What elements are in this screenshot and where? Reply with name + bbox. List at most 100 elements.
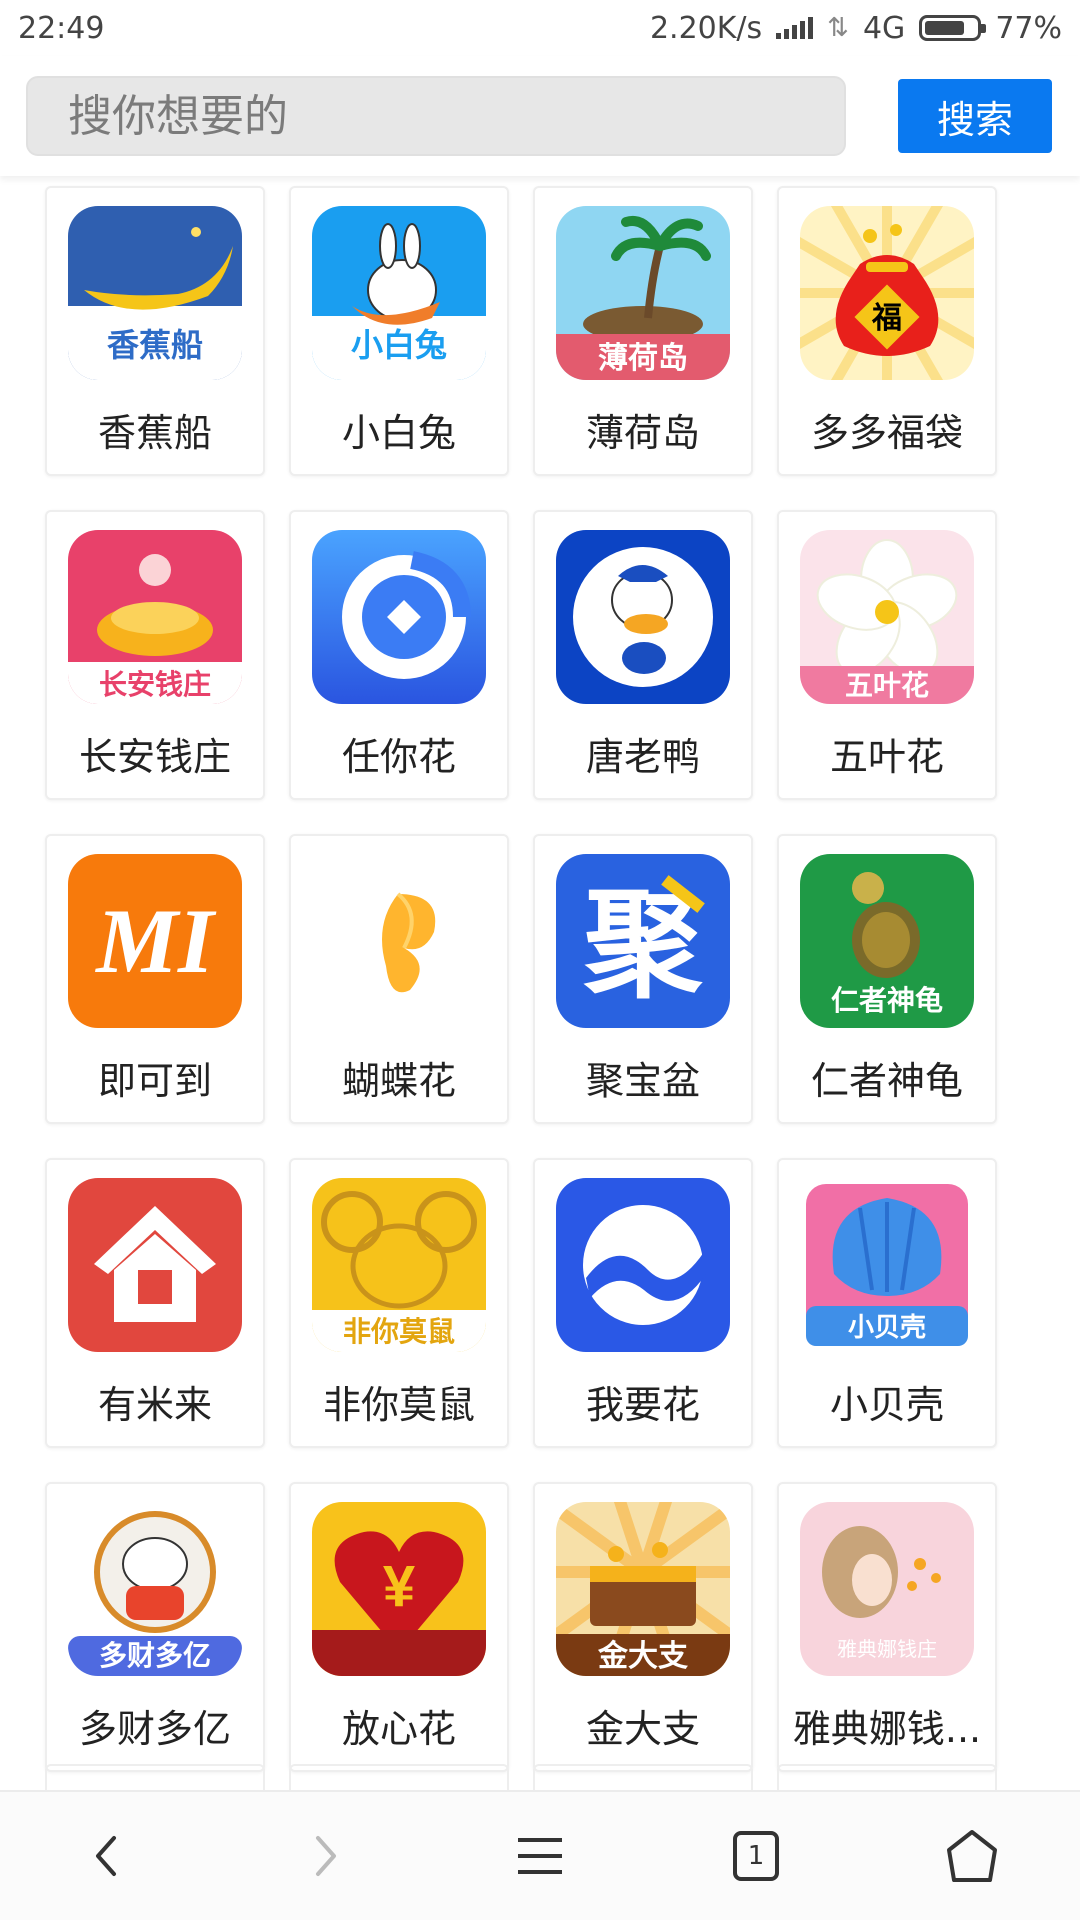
app-card[interactable]: 仁者神龟 仁者神龟 — [777, 834, 997, 1124]
app-label: 聚宝盆 — [585, 1059, 700, 1103]
svg-text:多财多亿: 多财多亿 — [99, 1640, 211, 1671]
app-card-partial[interactable] — [45, 1764, 265, 1790]
app-label: 有米来 — [97, 1383, 212, 1427]
athena-icon: 雅典娜钱庄 — [800, 1502, 974, 1676]
app-card[interactable]: 多财多亿 多财多亿 — [45, 1482, 265, 1772]
svg-text:香蕉船: 香蕉船 — [107, 327, 203, 363]
app-card-partial[interactable] — [533, 1764, 753, 1790]
app-label: 薄荷岛 — [585, 411, 700, 455]
app-card[interactable]: 薄荷岛 薄荷岛 — [533, 186, 753, 476]
battery-icon — [919, 15, 987, 41]
app-label: 五叶花 — [829, 735, 944, 779]
svg-text:小贝壳: 小贝壳 — [848, 1312, 926, 1342]
svg-text:长安钱庄: 长安钱庄 — [99, 668, 211, 700]
house-icon — [68, 1178, 242, 1352]
white-rabbit-icon: 小白兔 — [312, 206, 486, 380]
app-card[interactable]: ¥ 放心花 — [289, 1482, 509, 1772]
menu-icon — [518, 1838, 562, 1874]
app-card[interactable]: 有米来 — [45, 1158, 265, 1448]
status-bar: 22:49 2.20K/s ⇅ 4G 77% — [0, 0, 1080, 56]
partial-app-row — [45, 1764, 1005, 1790]
app-label: 放心花 — [341, 1707, 456, 1751]
shell-icon: 小贝壳 — [800, 1178, 974, 1352]
network-type: 4G — [862, 10, 906, 46]
home-button[interactable] — [912, 1806, 1032, 1906]
app-label: 蝴蝶花 — [341, 1059, 456, 1103]
svg-text:金大支: 金大支 — [597, 1639, 688, 1673]
svg-text:MI: MI — [94, 890, 217, 992]
app-label: 香蕉船 — [97, 411, 212, 455]
home-icon — [947, 1830, 997, 1882]
app-label: 任你花 — [341, 735, 456, 779]
app-card[interactable]: 小贝壳 小贝壳 — [777, 1158, 997, 1448]
app-card[interactable]: MI 即可到 — [45, 834, 265, 1124]
app-card[interactable]: 非你莫鼠 非你莫鼠 — [289, 1158, 509, 1448]
app-label: 金大支 — [585, 1707, 700, 1751]
turtle-icon: 仁者神龟 — [800, 854, 974, 1028]
app-label: 非你莫鼠 — [322, 1383, 475, 1427]
status-indicators: 2.20K/s ⇅ 4G 77% — [650, 11, 1062, 46]
tabs-button[interactable]: 1 — [696, 1806, 816, 1906]
svg-text:非你莫鼠: 非你莫鼠 — [343, 1316, 455, 1347]
app-card[interactable]: 聚聚宝盆 — [533, 834, 753, 1124]
search-button[interactable]: 搜索 — [898, 79, 1052, 153]
heart-yuan-icon: ¥ — [312, 1502, 486, 1676]
app-label: 我要花 — [585, 1383, 700, 1427]
svg-text:仁者神龟: 仁者神龟 — [831, 985, 943, 1016]
status-time: 22:49 — [18, 10, 105, 46]
app-label: 小白兔 — [341, 411, 456, 455]
app-card[interactable]: 五叶花 五叶花 — [777, 510, 997, 800]
app-grid: 香蕉船 香蕉船 小白兔 小白兔 薄荷岛 薄荷岛福多多福袋 长安钱庄 长安钱庄 任你花 唐老鸭 五叶花… — [45, 186, 1005, 1772]
app-card-partial[interactable] — [777, 1764, 997, 1790]
mouse-icon: 非你莫鼠 — [312, 1178, 486, 1352]
data-transfer-icon: ⇅ — [827, 13, 849, 43]
svg-text:雅典娜钱庄: 雅典娜钱庄 — [837, 1638, 937, 1661]
search-input[interactable] — [26, 76, 846, 156]
svg-text:福: 福 — [871, 302, 902, 335]
browser-bottom-nav: 1 — [0, 1790, 1080, 1920]
app-card[interactable]: 小白兔 小白兔 — [289, 186, 509, 476]
donald-duck-icon — [556, 530, 730, 704]
treasure-chest-icon: 金大支 — [556, 1502, 730, 1676]
lucky-bag-icon: 福 — [800, 206, 974, 380]
app-card[interactable]: 金大支 金大支 — [533, 1482, 753, 1772]
app-label: 小贝壳 — [829, 1383, 944, 1427]
svg-text:薄荷岛: 薄荷岛 — [598, 342, 688, 375]
lucky-cat-icon: 多财多亿 — [68, 1502, 242, 1676]
app-card[interactable]: 长安钱庄 长安钱庄 — [45, 510, 265, 800]
network-speed: 2.20K/s — [649, 10, 763, 46]
app-card[interactable]: 福多多福袋 — [777, 186, 997, 476]
changan-bank-icon: 长安钱庄 — [68, 530, 242, 704]
butterfly-flower-icon — [312, 854, 486, 1028]
forward-button[interactable] — [264, 1806, 384, 1906]
mint-island-icon: 薄荷岛 — [556, 206, 730, 380]
chevron-left-icon — [96, 1836, 116, 1876]
battery-percent: 77% — [995, 10, 1062, 46]
jikedao-icon: MI — [68, 854, 242, 1028]
signal-icon — [776, 17, 814, 39]
app-card[interactable]: 任你花 — [289, 510, 509, 800]
svg-text:¥: ¥ — [383, 1554, 415, 1619]
app-label: 雅典娜钱... — [792, 1707, 982, 1751]
svg-text:五叶花: 五叶花 — [845, 670, 929, 701]
back-button[interactable] — [48, 1806, 168, 1906]
app-card[interactable]: 唐老鸭 — [533, 510, 753, 800]
five-leaf-flower-icon: 五叶花 — [800, 530, 974, 704]
app-label: 长安钱庄 — [78, 735, 231, 779]
tab-count: 1 — [747, 1841, 765, 1871]
app-card[interactable]: 蝴蝶花 — [289, 834, 509, 1124]
app-label: 仁者神龟 — [810, 1059, 963, 1103]
app-card[interactable]: 香蕉船 香蕉船 — [45, 186, 265, 476]
svg-text:小白兔: 小白兔 — [351, 327, 447, 363]
app-label: 唐老鸭 — [585, 735, 700, 779]
app-card[interactable]: 我要花 — [533, 1158, 753, 1448]
banana-boat-icon: 香蕉船 — [68, 206, 242, 380]
app-card[interactable]: 雅典娜钱庄雅典娜钱... — [777, 1482, 997, 1772]
app-label: 多多福袋 — [810, 411, 963, 455]
app-card-partial[interactable] — [289, 1764, 509, 1790]
wave-circle-icon — [556, 1178, 730, 1352]
app-label: 多财多亿 — [78, 1707, 231, 1751]
menu-button[interactable] — [480, 1806, 600, 1906]
chevron-right-icon — [316, 1836, 336, 1876]
app-label: 即可到 — [97, 1059, 212, 1103]
